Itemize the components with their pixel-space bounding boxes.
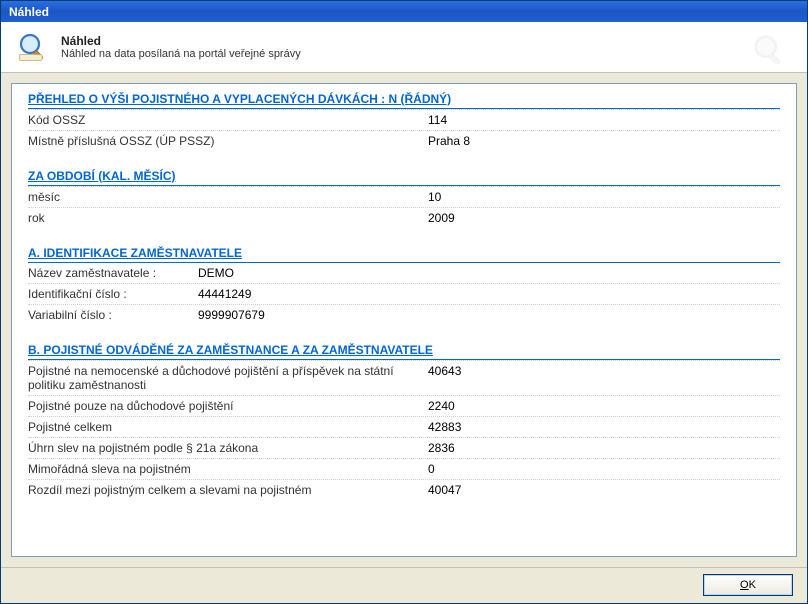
row-label: Pojistné celkem bbox=[28, 420, 428, 434]
row-value: 40047 bbox=[428, 483, 780, 497]
row-value: 44441249 bbox=[198, 287, 780, 301]
preview-icon bbox=[15, 29, 51, 65]
content-panel: PŘEHLED O VÝŠI POJISTNÉHO A VYPLACENÝCH … bbox=[11, 83, 797, 557]
data-row: Rozdíl mezi pojistným celkem a slevami n… bbox=[28, 479, 780, 500]
window-title: Náhled bbox=[9, 5, 49, 19]
header-title: Náhled bbox=[61, 34, 301, 48]
row-value: DEMO bbox=[198, 266, 780, 280]
section-heading-insurance: B. POJISTNÉ ODVÁDĚNÉ ZA ZAMĚSTNANCE A ZA… bbox=[28, 343, 780, 360]
ok-button-rest: K bbox=[749, 579, 756, 591]
section-heading-period: ZA OBDOBÍ (KAL. MĚSÍC) bbox=[28, 169, 780, 186]
data-row: rok 2009 bbox=[28, 207, 780, 228]
section-heading-employer: A. IDENTIFIKACE ZAMĚSTNAVATELE bbox=[28, 246, 780, 263]
data-row: Název zaměstnavatele : DEMO bbox=[28, 263, 780, 283]
content-scroll[interactable]: PŘEHLED O VÝŠI POJISTNÉHO A VYPLACENÝCH … bbox=[12, 84, 796, 556]
row-label: Pojistné pouze na důchodové pojištění bbox=[28, 399, 428, 413]
decorative-watermark-icon bbox=[747, 30, 791, 73]
section-heading-overview: PŘEHLED O VÝŠI POJISTNÉHO A VYPLACENÝCH … bbox=[28, 92, 780, 109]
data-row: Pojistné na nemocenské a důchodové pojiš… bbox=[28, 360, 780, 395]
row-label: Název zaměstnavatele : bbox=[28, 266, 198, 280]
header-text: Náhled Náhled na data posílaná na portál… bbox=[61, 34, 301, 60]
data-row: Místně příslušná OSSZ (ÚP PSSZ) Praha 8 bbox=[28, 130, 780, 151]
row-value: Praha 8 bbox=[428, 134, 780, 148]
ok-button[interactable]: OK bbox=[703, 574, 793, 596]
data-row: měsíc 10 bbox=[28, 186, 780, 207]
row-value: 2836 bbox=[428, 441, 780, 455]
row-value: 0 bbox=[428, 462, 780, 476]
row-label: Variabilní číslo : bbox=[28, 308, 198, 322]
header-subtitle: Náhled na data posílaná na portál veřejn… bbox=[61, 48, 301, 60]
footer: OK bbox=[1, 567, 807, 603]
row-value: 10 bbox=[428, 190, 780, 204]
data-row: Variabilní číslo : 9999907679 bbox=[28, 304, 780, 325]
data-row: Kód OSSZ 114 bbox=[28, 109, 780, 130]
row-value: 2240 bbox=[428, 399, 780, 413]
window: Náhled Náhled Náhled na data posílaná na… bbox=[0, 0, 808, 604]
ok-button-underline: O bbox=[740, 579, 749, 591]
row-value: 2009 bbox=[428, 211, 780, 225]
row-value: 9999907679 bbox=[198, 308, 780, 322]
row-label: Pojistné na nemocenské a důchodové pojiš… bbox=[28, 364, 428, 392]
row-label: Kód OSSZ bbox=[28, 113, 428, 127]
row-label: Úhrn slev na pojistném podle § 21a zákon… bbox=[28, 441, 428, 455]
header-strip: Náhled Náhled na data posílaná na portál… bbox=[1, 22, 807, 72]
row-label: Identifikační číslo : bbox=[28, 287, 198, 301]
row-label: Mimořádná sleva na pojistném bbox=[28, 462, 428, 476]
row-value: 114 bbox=[428, 113, 780, 127]
title-bar: Náhled bbox=[1, 1, 807, 22]
data-row: Identifikační číslo : 44441249 bbox=[28, 283, 780, 304]
row-value: 42883 bbox=[428, 420, 780, 434]
row-label: Rozdíl mezi pojistným celkem a slevami n… bbox=[28, 483, 428, 497]
data-row: Úhrn slev na pojistném podle § 21a zákon… bbox=[28, 437, 780, 458]
data-row: Pojistné pouze na důchodové pojištění 22… bbox=[28, 395, 780, 416]
row-label: Místně příslušná OSSZ (ÚP PSSZ) bbox=[28, 134, 428, 148]
data-row: Pojistné celkem 42883 bbox=[28, 416, 780, 437]
data-row: Mimořádná sleva na pojistném 0 bbox=[28, 458, 780, 479]
row-label: měsíc bbox=[28, 190, 428, 204]
row-label: rok bbox=[28, 211, 428, 225]
row-value: 40643 bbox=[428, 364, 780, 392]
